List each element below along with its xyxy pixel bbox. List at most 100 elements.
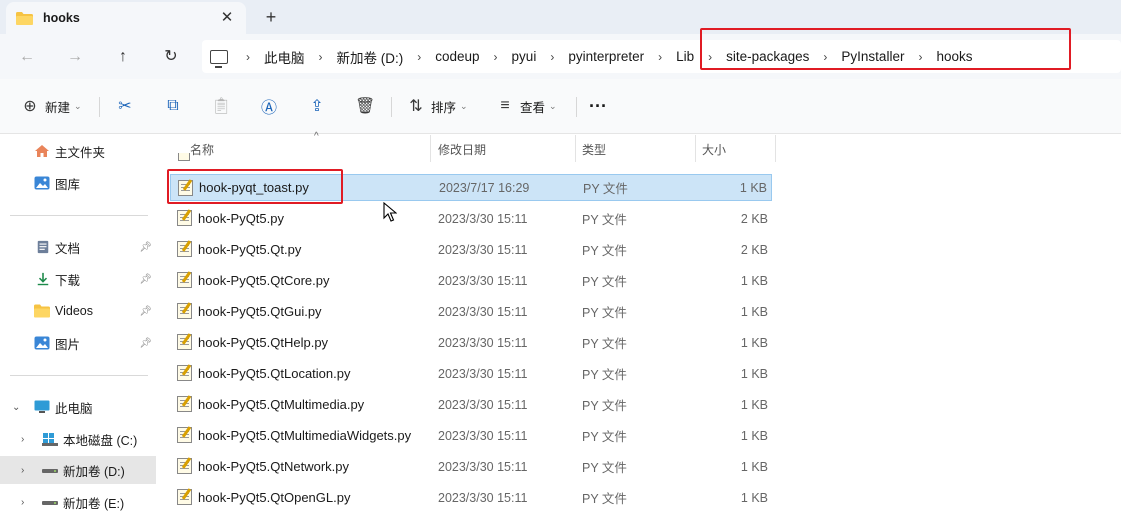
breadcrumb-item[interactable]: site-packages [726, 49, 809, 64]
up-button[interactable]: ↑ [109, 44, 137, 70]
tab-title: hooks [43, 11, 80, 25]
pin-icon[interactable]: 📌︎ [139, 274, 152, 285]
file-row[interactable]: hook-pyqt_toast.py 2023/7/17 16:29 PY 文件 1 … [170, 174, 772, 201]
forward-button[interactable]: → [61, 44, 89, 70]
file-size: 1 KB [740, 459, 768, 474]
chevron-right-icon[interactable]: › [417, 50, 421, 64]
sort-ascending-icon: ^ [314, 131, 319, 142]
file-row[interactable]: hook-PyQt5.py 2023/3/30 15:11 PY 文件 2 KB [170, 205, 772, 232]
file-date: 2023/3/30 15:11 [438, 242, 528, 257]
sidebar-item-videos[interactable]: Videos 📌︎ [0, 297, 158, 325]
file-row[interactable]: hook-PyQt5.QtCore.py 2023/3/30 15:11 PY 文件… [170, 267, 772, 294]
python-file-icon [177, 210, 192, 226]
sidebar-item-drive-c[interactable]: › 本地磁盘 (C:) [0, 425, 158, 453]
chevron-right-icon[interactable]: › [658, 50, 662, 64]
breadcrumb-item[interactable]: pyinterpreter [568, 49, 644, 64]
pin-icon[interactable]: 📌︎ [139, 306, 152, 317]
chevron-right-icon[interactable]: › [918, 50, 922, 64]
file-name: hook-PyQt5.QtGui.py [198, 304, 322, 319]
chevron-right-icon[interactable]: › [494, 50, 498, 64]
breadcrumb-item[interactable]: hooks [936, 49, 972, 64]
pin-icon[interactable]: 📌︎ [139, 242, 152, 253]
chevron-right-icon[interactable]: › [21, 465, 24, 476]
file-name: hook-PyQt5.Qt.py [198, 242, 302, 257]
breadcrumb-item[interactable]: codeup [435, 49, 479, 64]
drive-icon [42, 501, 58, 505]
file-type: PY 文件 [582, 430, 627, 444]
trash-icon: 🗑︎ [355, 98, 376, 115]
chevron-right-icon[interactable]: › [550, 50, 554, 64]
chevron-right-icon[interactable]: › [246, 50, 250, 64]
close-icon[interactable]: ✕ [218, 9, 236, 27]
breadcrumb-item[interactable]: PyInstaller [841, 49, 904, 64]
chevron-right-icon[interactable]: › [21, 497, 24, 508]
file-date: 2023/3/30 15:11 [438, 459, 528, 474]
file-size: 1 KB [740, 273, 768, 288]
back-button[interactable]: ← [13, 44, 41, 70]
breadcrumb-item[interactable]: 新加卷 (D:) [337, 47, 404, 67]
document-icon [37, 240, 49, 254]
file-type: PY 文件 [583, 182, 628, 196]
file-row[interactable]: hook-PyQt5.QtGui.py 2023/3/30 15:11 PY 文件 1… [170, 298, 772, 325]
share-button[interactable]: ⇪ [307, 95, 327, 117]
file-date: 2023/3/30 15:11 [438, 366, 528, 381]
sidebar-item-drive-d[interactable]: › 新加卷 (D:) [0, 456, 156, 484]
mouse-cursor-icon [383, 202, 397, 222]
sidebar-item-documents[interactable]: 文档 📌︎ [0, 233, 158, 261]
breadcrumb-item[interactable]: Lib [676, 49, 694, 64]
refresh-button[interactable]: ↻ [157, 44, 185, 70]
chevron-right-icon[interactable]: › [823, 50, 827, 64]
python-file-icon [177, 303, 192, 319]
python-file-icon [177, 396, 192, 412]
chevron-right-icon[interactable]: › [708, 50, 712, 64]
navigation-pane: 主文件夹 图库 文档 📌︎ 下载 📌︎ Videos 📌︎ 图片 📌︎ ⌄ 此电… [0, 135, 158, 519]
tab-hooks[interactable]: hooks ✕ [6, 2, 246, 34]
file-list: ^ 名称 修改日期 类型 大小 hook-pyqt_toast.py 2023/7… [160, 131, 1121, 519]
file-type: PY 文件 [582, 492, 627, 506]
breadcrumb: › 此电脑 › 新加卷 (D:) › codeup › pyui › pyinterpreter ›… [232, 47, 972, 67]
chevron-down-icon[interactable]: ⌄ [12, 402, 20, 413]
paste-button[interactable]: 📋︎ [211, 95, 231, 117]
rename-button[interactable]: Ⓐ [259, 95, 279, 117]
file-date: 2023/3/30 15:11 [438, 211, 528, 226]
file-row[interactable]: hook-PyQt5.Qt.py 2023/3/30 15:11 PY 文件 2 KB [170, 236, 772, 263]
chevron-right-icon[interactable]: › [319, 50, 323, 64]
breadcrumb-item[interactable]: pyui [512, 49, 537, 64]
pictures-icon [34, 336, 50, 350]
sidebar-item-downloads[interactable]: 下载 📌︎ [0, 265, 158, 293]
file-row[interactable]: hook-PyQt5.QtHelp.py 2023/3/30 15:11 PY 文件… [170, 329, 772, 356]
more-button[interactable]: ··· [589, 95, 607, 117]
rename-icon: Ⓐ [260, 100, 277, 117]
new-tab-button[interactable]: + [260, 6, 282, 28]
sort-button[interactable]: ⇅ 排序 ⌄ [406, 95, 468, 117]
copy-button[interactable]: ⧉ [163, 95, 183, 117]
sidebar-item-this-pc[interactable]: ⌄ 此电脑 [0, 393, 158, 421]
file-name: hook-PyQt5.QtMultimediaWidgets.py [198, 428, 412, 443]
new-button[interactable]: ⊕ 新建 ⌄ [20, 95, 81, 117]
view-button[interactable]: ≡ 查看 ⌄ [495, 95, 556, 117]
address-bar[interactable]: › 此电脑 › 新加卷 (D:) › codeup › pyui › pyinterpreter ›… [202, 40, 1121, 73]
pin-icon[interactable]: 📌︎ [139, 338, 152, 349]
file-row[interactable]: hook-PyQt5.QtMultimedia.py 2023/3/30 15:1… [170, 391, 772, 418]
file-row[interactable]: hook-PyQt5.QtMultimediaWidgets.py 2023/3/… [170, 422, 772, 449]
cut-button[interactable]: ✂ [115, 95, 135, 117]
delete-button[interactable]: 🗑︎ [355, 95, 375, 117]
file-row[interactable]: hook-PyQt5.QtLocation.py 2023/3/30 15:11 P… [170, 360, 772, 387]
column-modified[interactable]: 修改日期 [438, 141, 486, 158]
column-size[interactable]: 大小 [702, 141, 726, 158]
command-bar: ⊕ 新建 ⌄ ✂ ⧉ 📋︎ Ⓐ ⇪ 🗑︎ ⇅ 排序 ⌄ ≡ 查看 ⌄ ··· [0, 79, 1121, 134]
chevron-right-icon[interactable]: › [21, 434, 24, 445]
sidebar-item-gallery[interactable]: 图库 [0, 169, 158, 197]
sidebar-item-home[interactable]: 主文件夹 [0, 137, 158, 165]
sort-icon: ⇅ [409, 98, 423, 115]
sidebar-item-drive-e[interactable]: › 新加卷 (E:) [0, 488, 158, 516]
file-row[interactable]: hook-PyQt5.QtOpenGL.py 2023/3/30 15:11 PY … [170, 484, 772, 511]
sidebar-item-pictures[interactable]: 图片 📌︎ [0, 329, 158, 357]
plus-circle-icon: ⊕ [23, 98, 37, 115]
file-row[interactable]: hook-PyQt5.QtNetwork.py 2023/3/30 15:11 PY… [170, 453, 772, 480]
chevron-down-icon: ⌄ [460, 100, 468, 111]
view-icon: ≡ [500, 97, 510, 114]
file-name: hook-PyQt5.QtOpenGL.py [198, 490, 351, 505]
breadcrumb-item[interactable]: 此电脑 [264, 47, 305, 67]
column-type[interactable]: 类型 [582, 141, 606, 158]
